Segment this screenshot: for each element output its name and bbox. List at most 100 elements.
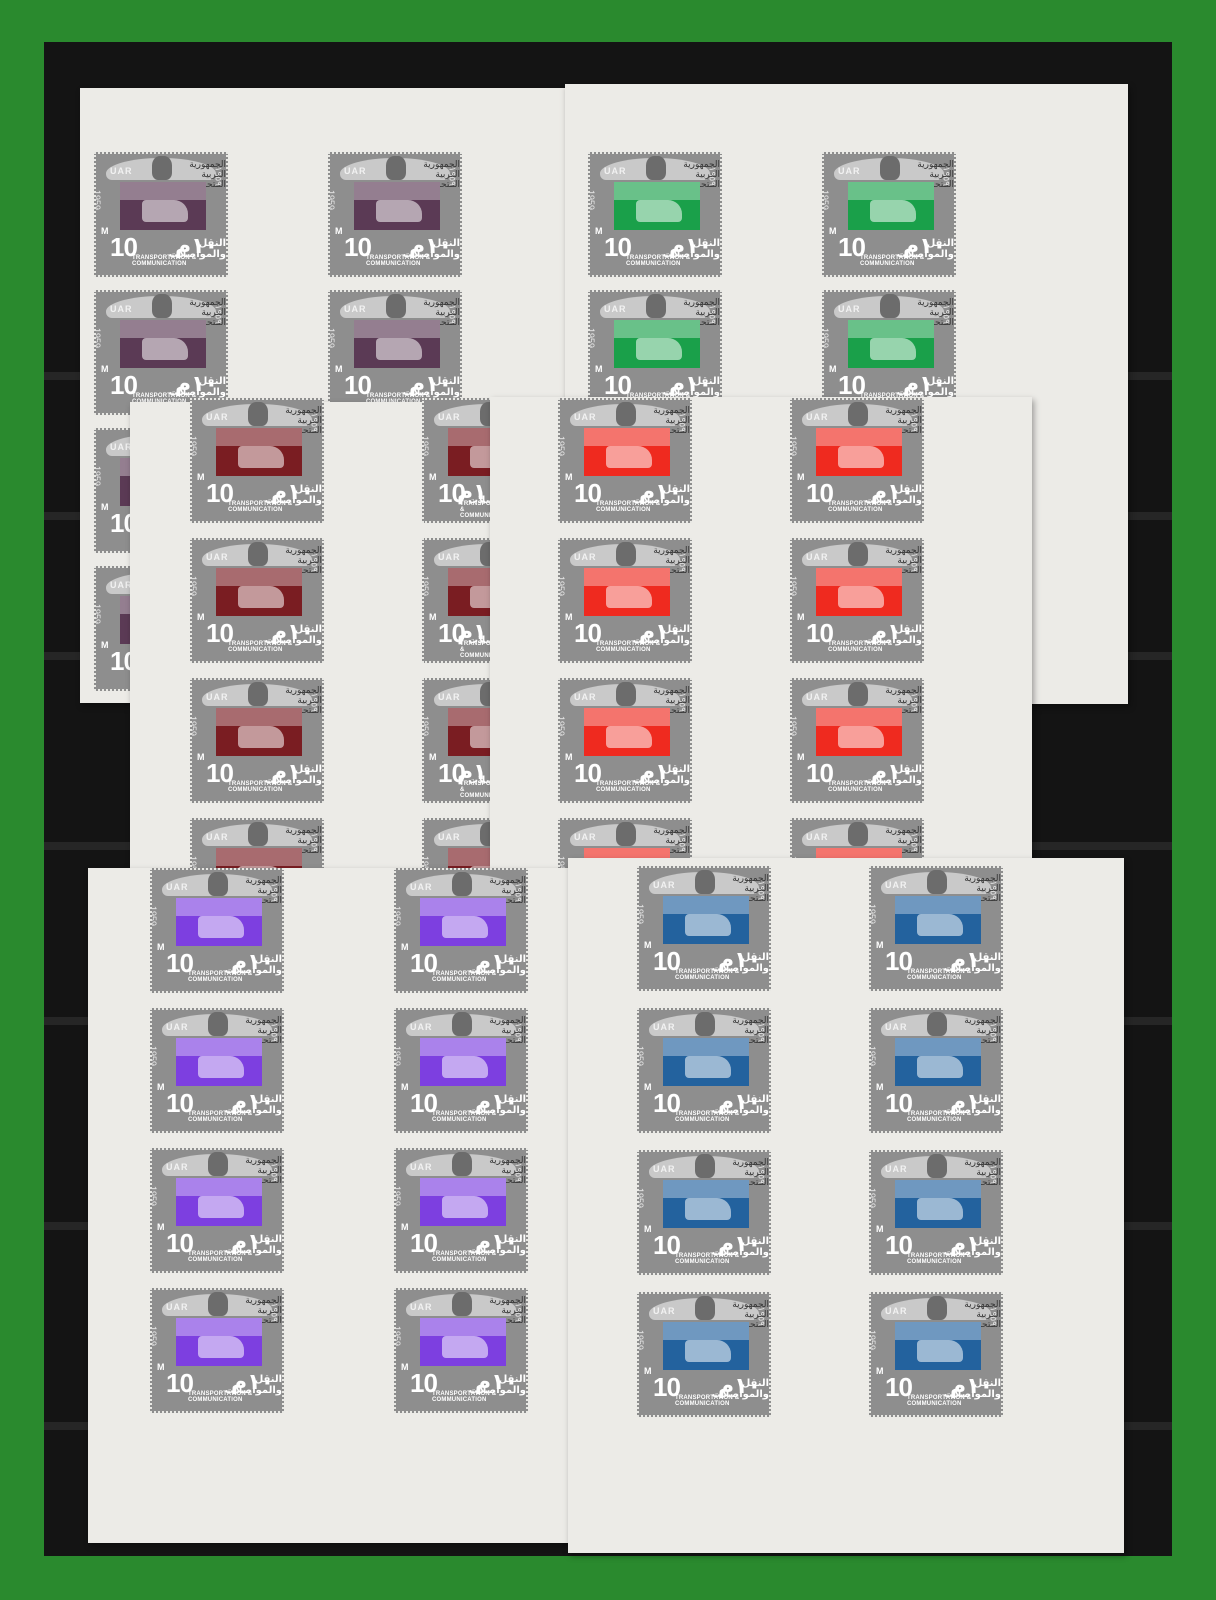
arabic-year-label: ١٩٥٩ (908, 832, 918, 852)
currency-unit: M (197, 472, 205, 482)
vignette-subject (838, 446, 884, 468)
country-label: UAR (885, 1022, 908, 1032)
currency-unit: M (797, 752, 805, 762)
arabic-year-label: ١٩٥٩ (987, 880, 997, 900)
vignette-subject (198, 916, 244, 938)
stamp-caption: TRANSPORTATION & COMMUNICATION (596, 641, 661, 653)
stamp-vignette (120, 182, 206, 230)
arabic-year-label: ١٩٥٩ (987, 1164, 997, 1184)
stamp-caption: TRANSPORTATION & COMMUNICATION (907, 1395, 972, 1407)
vignette-subject (838, 726, 884, 748)
stamp-caption: TRANSPORTATION & COMMUNICATION (626, 255, 691, 267)
country-label: UAR (110, 304, 133, 314)
country-label: UAR (838, 166, 861, 176)
currency-unit: M (401, 942, 409, 952)
eagle-emblem-icon (248, 402, 268, 426)
eagle-emblem-icon (616, 682, 636, 706)
currency-unit: M (429, 472, 437, 482)
year-label: 1959 (150, 1186, 158, 1207)
vignette-subject (198, 1056, 244, 1078)
country-label: UAR (166, 1162, 189, 1172)
postage-stamp-modern-building: UAR الجمهورية العربية المتحدة 1959 ١٩٥٩ … (558, 678, 692, 803)
country-label: UAR (885, 880, 908, 890)
vignette-subject (238, 586, 284, 608)
year-label: 1959 (150, 1046, 158, 1067)
country-label: UAR (166, 882, 189, 892)
stamp-caption: TRANSPORTATION & COMMUNICATION (366, 255, 431, 267)
arabic-year-label: ١٩٥٩ (212, 304, 222, 324)
eagle-emblem-icon (616, 402, 636, 426)
arabic-year-label: ١٩٥٩ (908, 692, 918, 712)
arabic-year-label: ١٩٥٩ (940, 304, 950, 324)
currency-unit: M (829, 226, 837, 236)
country-label: UAR (410, 1162, 433, 1172)
country-label: UAR (885, 1164, 908, 1174)
stamp-vignette (176, 898, 262, 946)
arabic-year-label: ١٩٥٩ (676, 412, 686, 432)
stamp-caption: TRANSPORTATION & COMMUNICATION (828, 641, 893, 653)
arabic-year-label: ١٩٥٩ (676, 832, 686, 852)
arabic-year-label: ١٩٥٩ (446, 166, 456, 186)
postage-stamp-train-and-factory: UAR الجمهورية العربية المتحدة 1959 ١٩٥٩ … (190, 398, 324, 523)
year-label: 1959 (94, 604, 102, 625)
eagle-emblem-icon (152, 294, 172, 318)
postage-stamp-train-and-factory: UAR الجمهورية العربية المتحدة 1959 ١٩٥٩ … (190, 678, 324, 803)
stamp-vignette (216, 428, 302, 476)
currency-unit: M (101, 640, 109, 650)
eagle-emblem-icon (695, 1296, 715, 1320)
postage-stamp-nile-river-boat: UAR الجمهورية العربية المتحدة 1959 ١٩٥٩ … (150, 868, 284, 993)
currency-unit: M (595, 364, 603, 374)
year-label: 1959 (822, 190, 830, 211)
stamp-vignette (895, 1322, 981, 1370)
stamp-vignette (176, 1038, 262, 1086)
country-label: UAR (604, 304, 627, 314)
postage-stamp-telephone-and-radio-mast: UAR الجمهورية العربية المتحدة 1959 ١٩٥٩ … (94, 152, 228, 277)
postage-stamp-telephone-and-radio-mast: UAR الجمهورية العربية المتحدة 1959 ١٩٥٩ … (328, 290, 462, 415)
arabic-year-label: ١٩٥٩ (755, 880, 765, 900)
arabic-year-label: ١٩٥٩ (268, 1022, 278, 1042)
country-label: UAR (166, 1302, 189, 1312)
eagle-emblem-icon (927, 870, 947, 894)
eagle-emblem-icon (927, 1012, 947, 1036)
year-label: 1959 (190, 716, 198, 737)
stamp-caption: TRANSPORTATION & COMMUNICATION (828, 501, 893, 513)
arabic-year-label: ١٩٥٩ (268, 1302, 278, 1322)
vignette-subject (917, 1056, 963, 1078)
year-label: 1959 (790, 576, 798, 597)
stamp-caption: TRANSPORTATION & COMMUNICATION (432, 1111, 497, 1123)
eagle-emblem-icon (880, 294, 900, 318)
country-label: UAR (438, 692, 461, 702)
country-label: UAR (806, 832, 829, 842)
stamp-vignette (895, 1180, 981, 1228)
postage-stamp-ocean-ship: UAR الجمهورية العربية المتحدة 1959 ١٩٥٩ … (637, 1292, 771, 1417)
stamp-caption: TRANSPORTATION & COMMUNICATION (132, 255, 197, 267)
country-label: UAR (344, 166, 367, 176)
eagle-emblem-icon (386, 156, 406, 180)
eagle-emblem-icon (452, 872, 472, 896)
arabic-year-label: ١٩٥٩ (512, 1162, 522, 1182)
arabic-year-label: ١٩٥٩ (512, 1302, 522, 1322)
year-label: 1959 (637, 904, 645, 925)
vignette-subject (685, 914, 731, 936)
vignette-subject (442, 916, 488, 938)
country-label: UAR (410, 882, 433, 892)
currency-unit: M (644, 1224, 652, 1234)
stamp-caption: TRANSPORTATION & COMMUNICATION (907, 1253, 972, 1265)
vignette-subject (685, 1198, 731, 1220)
year-label: 1959 (422, 716, 430, 737)
eagle-emblem-icon (386, 294, 406, 318)
vignette-subject (606, 586, 652, 608)
year-label: 1959 (150, 1326, 158, 1347)
year-label: 1959 (190, 436, 198, 457)
year-label: 1959 (394, 1326, 402, 1347)
year-label: 1959 (328, 328, 336, 349)
arabic-year-label: ١٩٥٩ (706, 166, 716, 186)
stamp-vignette (816, 708, 902, 756)
stamp-vignette (420, 1178, 506, 1226)
stamp-vignette (663, 1180, 749, 1228)
postage-stamp-nile-river-boat: UAR الجمهورية العربية المتحدة 1959 ١٩٥٩ … (150, 1288, 284, 1413)
country-label: UAR (885, 1306, 908, 1316)
currency-unit: M (797, 612, 805, 622)
arabic-year-label: ١٩٥٩ (268, 1162, 278, 1182)
stamp-vignette (816, 428, 902, 476)
